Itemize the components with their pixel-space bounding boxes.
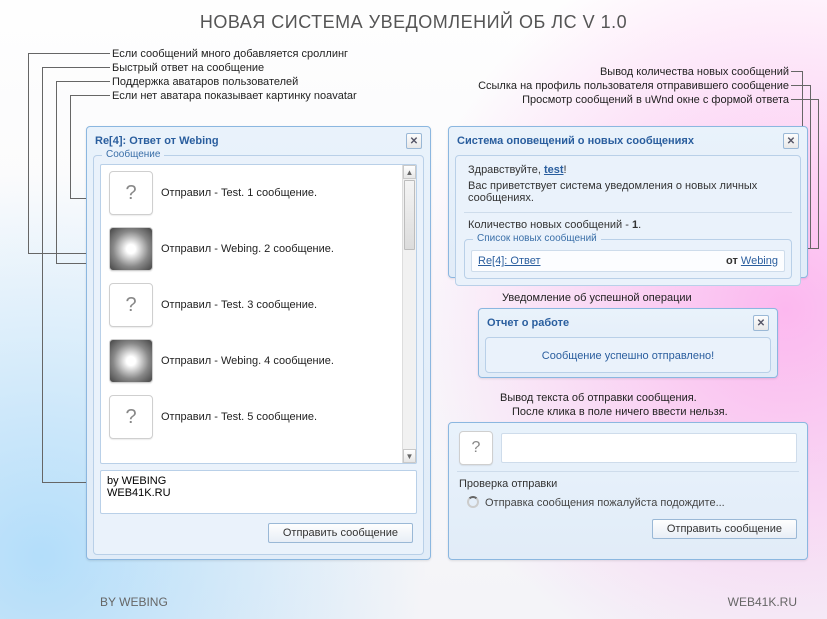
annotation-readonly: После клика в поле ничего ввести нельзя. bbox=[512, 406, 728, 418]
footer-author: BY WEBING bbox=[100, 595, 168, 609]
progress-text: Отправка сообщения пожалуйста подождите.… bbox=[485, 497, 725, 509]
from-label: от bbox=[726, 255, 741, 267]
annotation-uwnd: Просмотр сообщений в uWnd окне с формой … bbox=[522, 94, 789, 106]
reply-window: Re[4]: Ответ от Webing ✕ Сообщение ? Отп… bbox=[86, 126, 431, 560]
annotation-scroll: Если сообщений много добавляется сроллин… bbox=[112, 48, 348, 60]
from-wrap: от Webing bbox=[726, 255, 778, 267]
greeting-post: ! bbox=[564, 164, 567, 176]
send-button[interactable]: Отправить сообщение bbox=[652, 519, 797, 539]
greeting-pre: Здравствуйте, bbox=[468, 164, 544, 176]
avatar bbox=[109, 339, 153, 383]
list-item: Отправил - Webing. 4 сообщение. bbox=[101, 333, 402, 389]
scroll-up-icon[interactable]: ▲ bbox=[403, 165, 416, 179]
greeting-line: Здравствуйте, test! bbox=[464, 162, 792, 178]
page-title: НОВАЯ СИСТЕМА УВЕДОМЛЕНИЙ ОБ ЛС V 1.0 bbox=[0, 0, 827, 33]
report-window: Отчет о работе ✕ Сообщение успешно отпра… bbox=[478, 308, 778, 378]
list-item: ? Отправил - Test. 3 сообщение. bbox=[101, 277, 402, 333]
scroll-down-icon[interactable]: ▼ bbox=[403, 449, 416, 463]
close-icon[interactable]: ✕ bbox=[753, 315, 769, 331]
message-list: ? Отправил - Test. 1 сообщение. Отправил… bbox=[100, 164, 417, 464]
user-link[interactable]: test bbox=[544, 164, 564, 176]
list-item: ? Отправил - Test. 5 сообщение. bbox=[101, 389, 402, 445]
subject-link[interactable]: Re[4]: Ответ bbox=[478, 255, 541, 267]
welcome-text: Вас приветствует система уведомления о н… bbox=[464, 178, 792, 206]
noavatar-icon: ? bbox=[459, 431, 493, 465]
message-text: Отправил - Test. 3 сообщение. bbox=[161, 299, 317, 311]
notify-window-title: Система оповещений о новых сообщениях bbox=[457, 135, 694, 147]
compose-input[interactable] bbox=[100, 470, 417, 514]
check-label: Проверка отправки bbox=[457, 478, 799, 494]
message-text: Отправил - Webing. 4 сообщение. bbox=[161, 355, 334, 367]
report-window-title: Отчет о работе bbox=[487, 317, 569, 329]
reply-window-title: Re[4]: Ответ от Webing bbox=[95, 135, 219, 147]
list-label: Список новых сообщений bbox=[473, 233, 601, 244]
send-button[interactable]: Отправить сообщение bbox=[268, 523, 413, 543]
sending-window: ? Проверка отправки Отправка сообщения п… bbox=[448, 422, 808, 560]
scrollbar[interactable]: ▲ ▼ bbox=[402, 165, 416, 463]
spinner-icon bbox=[467, 496, 479, 508]
progress-line: Отправка сообщения пожалуйста подождите.… bbox=[457, 494, 799, 513]
annotation-avatars: Поддержка аватаров пользователей bbox=[112, 76, 298, 88]
fieldset-label: Сообщение bbox=[102, 149, 164, 160]
annotation-quickreply: Быстрый ответ на сообщение bbox=[112, 62, 264, 74]
noavatar-icon: ? bbox=[109, 395, 153, 439]
noavatar-icon: ? bbox=[109, 283, 153, 327]
annotation-profile-link: Ссылка на профиль пользователя отправивш… bbox=[478, 80, 789, 92]
count-label: Количество новых сообщений - bbox=[468, 219, 632, 231]
noavatar-icon: ? bbox=[109, 171, 153, 215]
count-line: Количество новых сообщений - 1. bbox=[464, 212, 792, 233]
annotation-send-text: Вывод текста об отправки сообщения. bbox=[500, 392, 697, 404]
annotation-success: Уведомление об успешной операции bbox=[502, 292, 692, 304]
message-text: Отправил - Test. 1 сообщение. bbox=[161, 187, 317, 199]
annotation-count: Вывод количества новых сообщений bbox=[600, 66, 789, 78]
message-text: Отправил - Webing. 2 сообщение. bbox=[161, 243, 334, 255]
list-item: ? Отправил - Test. 1 сообщение. bbox=[101, 165, 402, 221]
notification-item: Re[4]: Ответ от Webing bbox=[471, 250, 785, 272]
annotation-noavatar: Если нет аватара показывает картинку noa… bbox=[112, 90, 357, 102]
report-body: Сообщение успешно отправлено! bbox=[492, 346, 764, 366]
scroll-thumb[interactable] bbox=[404, 180, 415, 250]
close-icon[interactable]: ✕ bbox=[406, 133, 422, 149]
sender-link[interactable]: Webing bbox=[741, 255, 778, 267]
list-item: Отправил - Webing. 2 сообщение. bbox=[101, 221, 402, 277]
notify-window: Система оповещений о новых сообщениях ✕ … bbox=[448, 126, 808, 278]
close-icon[interactable]: ✕ bbox=[783, 133, 799, 149]
readonly-input[interactable] bbox=[501, 433, 797, 463]
message-text: Отправил - Test. 5 сообщение. bbox=[161, 411, 317, 423]
avatar bbox=[109, 227, 153, 271]
count-value: 1 bbox=[632, 219, 638, 231]
footer-site: WEB41K.RU bbox=[728, 595, 797, 609]
